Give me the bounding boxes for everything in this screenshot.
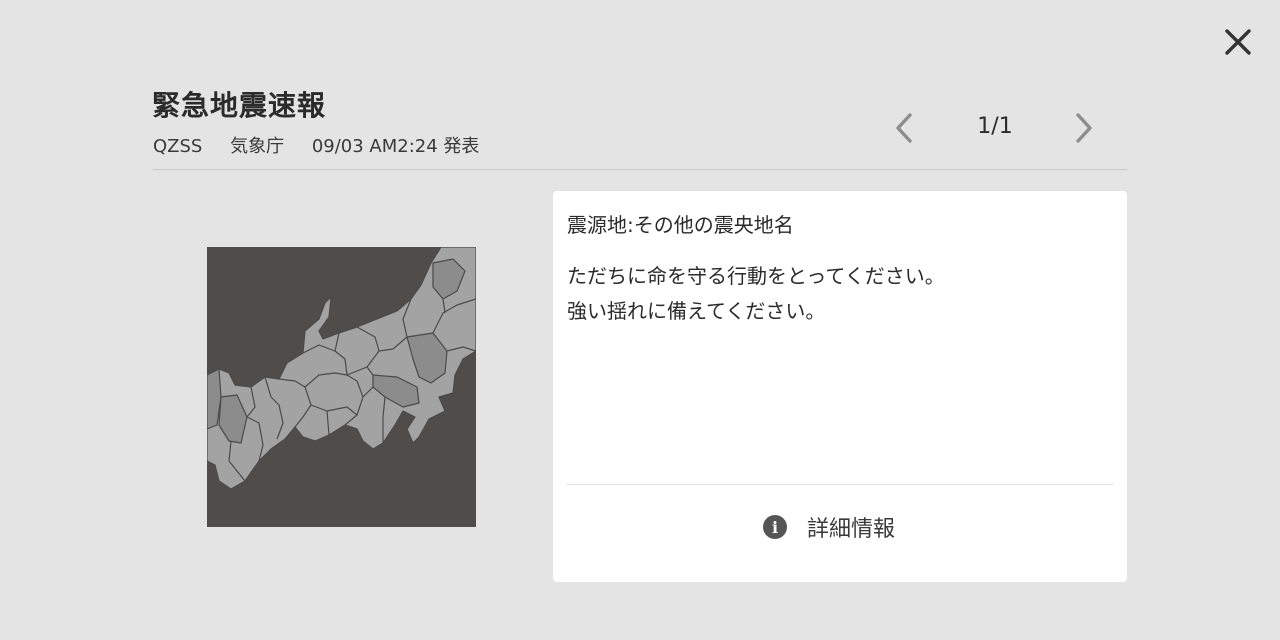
next-page-button[interactable] xyxy=(1066,108,1102,148)
card-divider xyxy=(566,484,1113,485)
alert-message: ただちに命を守る行動をとってください。 xyxy=(567,264,945,288)
chevron-right-icon xyxy=(1076,113,1092,143)
japan-region-map xyxy=(207,247,476,490)
alert-meta: QZSS 気象庁 09/03 AM2:24 発表 xyxy=(153,132,479,158)
close-button[interactable] xyxy=(1216,20,1260,64)
source-label: QZSS xyxy=(153,136,203,157)
details-label: 詳細情報 xyxy=(807,517,896,542)
epicenter-label: 震源地:その他の震央地名 xyxy=(567,213,794,237)
alert-card: 震源地:その他の震央地名 ただちに命を守る行動をとってください。 強い揺れに備え… xyxy=(553,191,1127,582)
page-title: 緊急地震速報 xyxy=(152,89,327,122)
chevron-left-icon xyxy=(896,113,912,143)
epicenter-map xyxy=(207,247,476,527)
close-icon xyxy=(1225,29,1251,55)
header-divider xyxy=(153,169,1127,170)
previous-page-button[interactable] xyxy=(886,108,922,148)
page-indicator: 1/1 xyxy=(977,114,1013,139)
info-icon: i xyxy=(763,515,787,539)
issued-time: 09/03 AM2:24 発表 xyxy=(311,136,480,157)
agency-label: 気象庁 xyxy=(230,136,285,157)
alert-message: 強い揺れに備えてください。 xyxy=(567,299,826,323)
details-button[interactable]: i 詳細情報 xyxy=(763,505,895,549)
